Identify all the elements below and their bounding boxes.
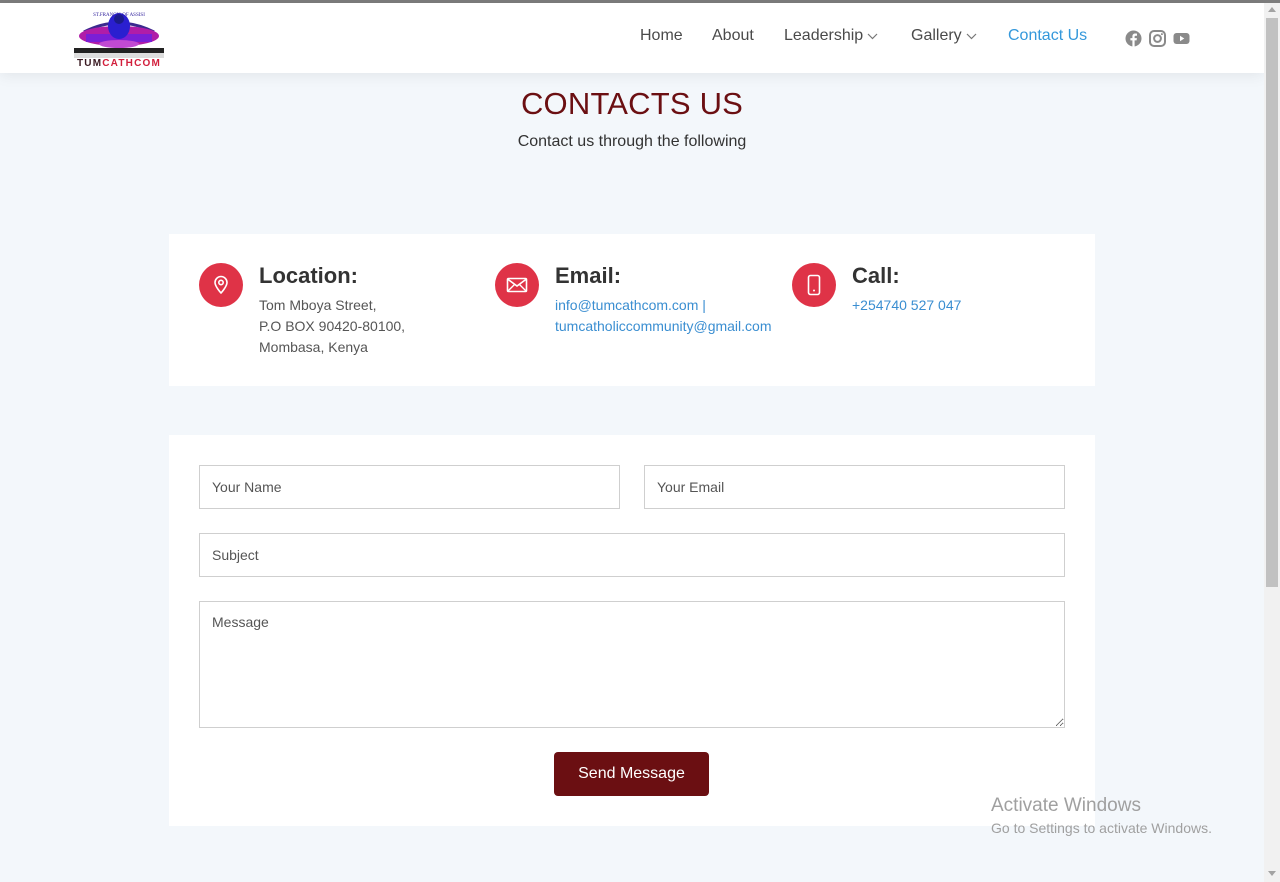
address-line: P.O BOX 90420-80100, (259, 318, 406, 334)
contact-info-card: Location: Tom Mboya Street, P.O BOX 9042… (169, 234, 1095, 386)
youtube-icon[interactable] (1173, 30, 1190, 47)
email-link[interactable]: tumcatholiccommunity@gmail.com (555, 316, 772, 337)
svg-text:ST.FRANCIS OF ASSISI: ST.FRANCIS OF ASSISI (93, 13, 145, 18)
page-title: CONTACTS US (520, 86, 744, 121)
nav-about[interactable]: About (712, 27, 754, 45)
name-input[interactable] (199, 465, 620, 509)
contact-form: Send Message (169, 435, 1095, 826)
nav-gallery[interactable]: Gallery (911, 27, 977, 45)
instagram-icon[interactable] (1149, 30, 1166, 47)
message-textarea[interactable] (199, 601, 1065, 728)
site-header: ST.FRANCIS OF ASSISI TUMCATHCOM Home Abo… (0, 3, 1264, 73)
email-link[interactable]: info@tumcathcom.com | (555, 295, 772, 316)
email-heading: Email: (555, 263, 622, 288)
nav-contact-us[interactable]: Contact Us (1008, 27, 1087, 45)
windows-activation-title: Activate Windows (991, 795, 1141, 816)
nav-home[interactable]: Home (640, 27, 683, 45)
subject-input[interactable] (199, 533, 1065, 577)
location-heading: Location: (259, 263, 358, 288)
phone-link[interactable]: +254740 527 047 (852, 295, 961, 316)
page-subtitle: Contact us through the following (517, 133, 747, 150)
phone-icon (792, 263, 836, 307)
chevron-down-icon (966, 33, 977, 39)
site-logo[interactable]: ST.FRANCIS OF ASSISI TUMCATHCOM (73, 10, 165, 70)
address-line: Tom Mboya Street, (259, 297, 377, 313)
email-input[interactable] (644, 465, 1065, 509)
scroll-down-arrow-icon[interactable] (1268, 871, 1276, 876)
facebook-icon[interactable] (1125, 30, 1142, 47)
email-addresses: info@tumcathcom.com | tumcatholiccommuni… (555, 295, 772, 337)
logo-text: TUMCATHCOM (76, 58, 162, 69)
map-pin-icon (199, 263, 243, 307)
location-address: Tom Mboya Street, P.O BOX 90420-80100, M… (259, 295, 405, 358)
scroll-up-arrow-icon[interactable] (1268, 7, 1276, 12)
scrollbar-thumb[interactable] (1266, 18, 1278, 587)
logo-emblem: ST.FRANCIS OF ASSISI (74, 13, 164, 58)
nav-leadership[interactable]: Leadership (784, 27, 878, 45)
send-message-button[interactable]: Send Message (554, 752, 709, 796)
phone-numbers: +254740 527 047 (852, 295, 961, 316)
windows-activation-subtitle: Go to Settings to activate Windows. (991, 820, 1212, 836)
envelope-icon (495, 263, 539, 307)
address-line: Mombasa, Kenya (259, 339, 368, 355)
chevron-down-icon (867, 33, 878, 39)
call-heading: Call: (852, 263, 900, 288)
